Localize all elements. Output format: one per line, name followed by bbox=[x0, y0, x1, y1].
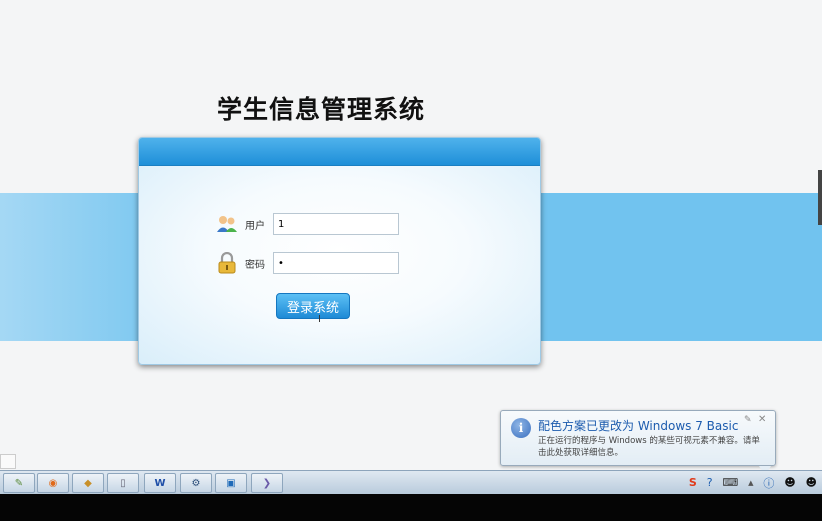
screen-bottom-bar bbox=[0, 494, 822, 521]
eraser-icon: ◆ bbox=[84, 477, 92, 489]
taskbar-button-window[interactable]: ▯ bbox=[107, 473, 139, 493]
login-panel: 用户 密码 登录系统 bbox=[138, 137, 541, 365]
scrollbar-edge[interactable] bbox=[818, 170, 822, 225]
login-panel-header bbox=[139, 138, 540, 166]
info-icon: i bbox=[511, 418, 531, 438]
text-cursor-icon: I bbox=[318, 314, 321, 325]
taskbar-button-word[interactable]: W bbox=[144, 473, 176, 493]
username-row: 用户 bbox=[215, 212, 399, 236]
password-row: 密码 bbox=[215, 251, 399, 275]
sogou-input-icon[interactable]: S bbox=[689, 476, 697, 489]
taskbar-button-eraser[interactable]: ◆ bbox=[72, 473, 104, 493]
password-input[interactable] bbox=[273, 252, 399, 274]
pin-icon[interactable]: ✎ bbox=[744, 415, 752, 425]
word-icon: W bbox=[154, 477, 166, 489]
taskbar-button-media[interactable]: ❯ bbox=[251, 473, 283, 493]
keyboard-icon[interactable]: ⌨ bbox=[722, 476, 738, 489]
username-label: 用户 bbox=[245, 220, 265, 232]
taskbar: ✎ ◉ ◆ ▯ W ⚙ ▣ ❯ S ? ⌨ ▲ ⓘ ☻ ☻ bbox=[0, 470, 822, 494]
taskbar-button-firefox[interactable]: ◉ bbox=[37, 473, 69, 493]
arrow-up-icon[interactable]: ▲ bbox=[748, 479, 753, 487]
media-icon: ❯ bbox=[262, 477, 272, 489]
notepad-icon: ✎ bbox=[14, 477, 24, 489]
password-label: 密码 bbox=[245, 259, 265, 271]
info-tray-icon[interactable]: ⓘ bbox=[763, 475, 774, 491]
help-icon[interactable]: ? bbox=[707, 476, 713, 489]
notification-message: 正在运行的程序与 Windows 的某些可视元素不兼容。请单击此处获取详细信息。 bbox=[538, 436, 760, 458]
users-icon bbox=[215, 212, 239, 236]
username-input[interactable] bbox=[273, 213, 399, 235]
page-title: 学生信息管理系统 bbox=[217, 95, 426, 124]
app-icon: ⚙ bbox=[191, 477, 201, 489]
taskbar-button-notepad[interactable]: ✎ bbox=[3, 473, 35, 493]
taskbar-button-folder[interactable]: ▣ bbox=[215, 473, 247, 493]
firefox-icon: ◉ bbox=[48, 477, 58, 489]
qq-icon[interactable]: ☻ bbox=[784, 476, 795, 489]
window-icon: ▯ bbox=[120, 477, 126, 489]
notification-title: 配色方案已更改为 Windows 7 Basic bbox=[538, 419, 739, 433]
close-icon[interactable]: ✕ bbox=[758, 414, 766, 425]
window-edge-stub bbox=[0, 454, 16, 469]
lock-icon bbox=[215, 251, 239, 275]
system-tray: S ? ⌨ ▲ ⓘ ☻ ☻ bbox=[684, 471, 822, 494]
qq-icon-second[interactable]: ☻ bbox=[806, 476, 817, 489]
login-button[interactable]: 登录系统 bbox=[276, 293, 350, 319]
folder-icon: ▣ bbox=[226, 477, 236, 489]
notification-balloon[interactable]: i 配色方案已更改为 Windows 7 Basic 正在运行的程序与 Wind… bbox=[500, 410, 776, 475]
taskbar-button-app[interactable]: ⚙ bbox=[180, 473, 212, 493]
